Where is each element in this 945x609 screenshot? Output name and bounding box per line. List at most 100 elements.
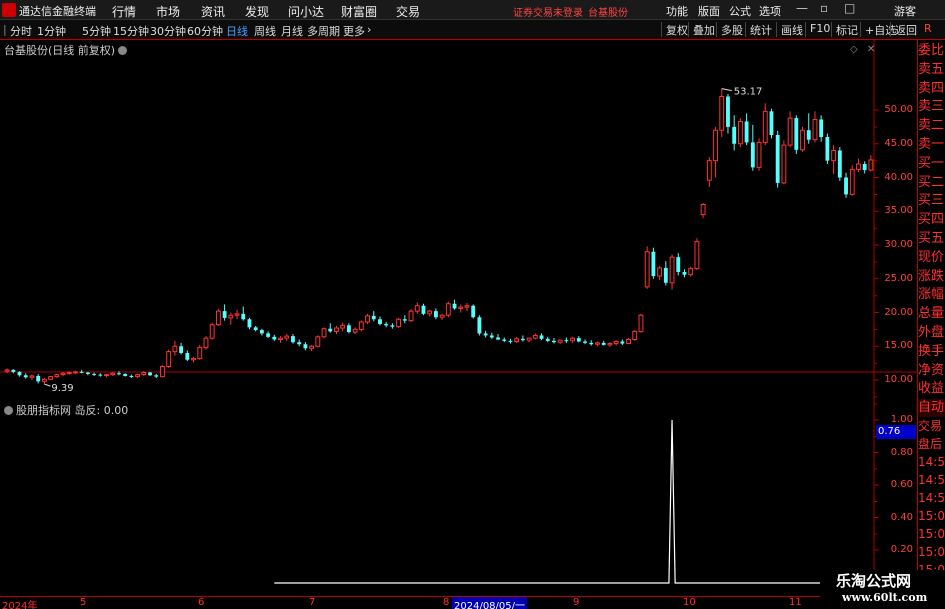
candle-body xyxy=(48,376,54,380)
menu-quotes[interactable]: 行情 xyxy=(112,3,136,20)
candle-body xyxy=(247,319,252,328)
candle-body xyxy=(489,335,494,338)
low-price-label: 9.39 xyxy=(51,383,73,394)
period-1min[interactable]: 1分钟 xyxy=(37,23,66,39)
candle-body xyxy=(365,315,370,323)
menu-ask[interactable]: 问小达 xyxy=(288,3,324,20)
candle xyxy=(589,340,594,346)
candle xyxy=(60,371,66,376)
f10-button[interactable]: F10 xyxy=(805,22,830,37)
candle-body xyxy=(303,344,308,349)
candle-body xyxy=(203,337,209,349)
candle xyxy=(669,254,675,290)
chart-settings-icon[interactable] xyxy=(118,46,128,55)
menu-news[interactable]: 资讯 xyxy=(201,3,225,20)
indicator-tick-label: 0.40 xyxy=(890,511,913,523)
candle-body xyxy=(844,177,848,195)
candle xyxy=(414,302,420,314)
indicator-settings-icon[interactable] xyxy=(4,406,13,415)
candle xyxy=(297,339,302,347)
candle-body xyxy=(638,314,644,332)
menu-market[interactable]: 市场 xyxy=(156,3,180,20)
draw-line-button[interactable]: 画线 xyxy=(776,22,803,37)
candle-body xyxy=(352,328,358,333)
period-intraday[interactable]: 分时 xyxy=(10,23,32,39)
menu-options[interactable]: 选项 xyxy=(759,3,781,19)
period-monthly[interactable]: 月线 xyxy=(281,23,303,39)
candle-body xyxy=(464,305,470,308)
candle xyxy=(496,334,500,341)
candle-body xyxy=(17,371,22,376)
multi-stock-button[interactable]: 多股 xyxy=(716,22,743,37)
candle xyxy=(228,312,234,325)
menu-formula[interactable]: 公式 xyxy=(729,3,751,19)
candle-body xyxy=(700,204,706,216)
period-multi[interactable]: 多周期 xyxy=(307,23,340,39)
maximize-icon[interactable]: □ xyxy=(844,1,855,15)
candle-body xyxy=(520,338,525,341)
candle-body xyxy=(862,164,867,171)
menu-function[interactable]: 功能 xyxy=(666,3,688,19)
chart-controls[interactable]: ◇ ✕ xyxy=(850,44,875,55)
candle-body xyxy=(427,310,433,315)
period-30min[interactable]: 30分钟 xyxy=(150,23,186,39)
restore-icon[interactable]: ▫ xyxy=(820,1,828,15)
candle-body xyxy=(812,118,818,141)
candle xyxy=(694,238,700,270)
quote-field-label: 买一 xyxy=(918,155,945,171)
overlay-button[interactable]: 叠加 xyxy=(688,22,715,37)
candle xyxy=(819,115,824,142)
diamond-icon[interactable]: ◇ xyxy=(850,44,858,55)
guest-label[interactable]: 游客 xyxy=(894,3,916,19)
candle xyxy=(259,328,264,336)
candle xyxy=(651,247,656,279)
candle-body xyxy=(539,335,544,339)
candle-body xyxy=(800,129,805,151)
price-tick-label: 35.00 xyxy=(884,205,913,217)
adjust-button[interactable]: 复权 xyxy=(661,22,688,37)
menu-layout[interactable]: 版面 xyxy=(698,3,720,19)
candle-body xyxy=(241,313,246,320)
quote-field-label: 净资 xyxy=(918,362,945,378)
candle-body xyxy=(92,373,97,375)
price-tick-label: 25.00 xyxy=(884,272,913,284)
more-chevron-icon[interactable]: › xyxy=(367,23,371,36)
candle xyxy=(291,334,295,344)
candle xyxy=(800,126,805,152)
candle xyxy=(328,323,333,333)
menu-trade[interactable]: 交易 xyxy=(396,3,420,20)
candle xyxy=(98,373,103,377)
candle-body xyxy=(291,336,295,343)
mark-button[interactable]: 标记 xyxy=(831,22,858,37)
candle-body xyxy=(384,323,389,326)
candle xyxy=(346,323,351,334)
period-60min[interactable]: 60分钟 xyxy=(187,23,223,39)
candle xyxy=(48,375,54,380)
back-button[interactable]: 返回 xyxy=(890,22,917,37)
period-15min[interactable]: 15分钟 xyxy=(113,23,149,39)
period-more[interactable]: 更多 xyxy=(343,23,365,39)
candle-body xyxy=(408,310,414,322)
candle-body xyxy=(526,337,532,341)
candle xyxy=(756,138,762,171)
candle xyxy=(390,323,395,329)
stats-button[interactable]: 统计 xyxy=(745,22,772,37)
r-badge-icon[interactable]: R xyxy=(920,22,932,37)
candle-body xyxy=(266,333,271,337)
candle-body xyxy=(11,369,16,372)
candle xyxy=(110,371,116,376)
candle xyxy=(638,313,644,333)
auto-button[interactable]: 自动 xyxy=(918,399,945,418)
candle-body xyxy=(396,318,402,328)
chart-close-icon[interactable]: ✕ xyxy=(867,44,875,55)
period-daily[interactable]: 日线 xyxy=(226,23,248,39)
period-5min[interactable]: 5分钟 xyxy=(82,23,111,39)
menu-discover[interactable]: 发现 xyxy=(245,3,269,20)
candle xyxy=(844,172,848,198)
login-alert[interactable]: 证券交易未登录 xyxy=(513,4,583,19)
candle xyxy=(607,342,613,347)
minimize-icon[interactable]: — xyxy=(796,1,808,15)
kline-chart[interactable]: 53.17 9.39 xyxy=(0,40,917,596)
menu-wealth[interactable]: 财富圈 xyxy=(341,3,377,20)
period-weekly[interactable]: 周线 xyxy=(254,23,276,39)
